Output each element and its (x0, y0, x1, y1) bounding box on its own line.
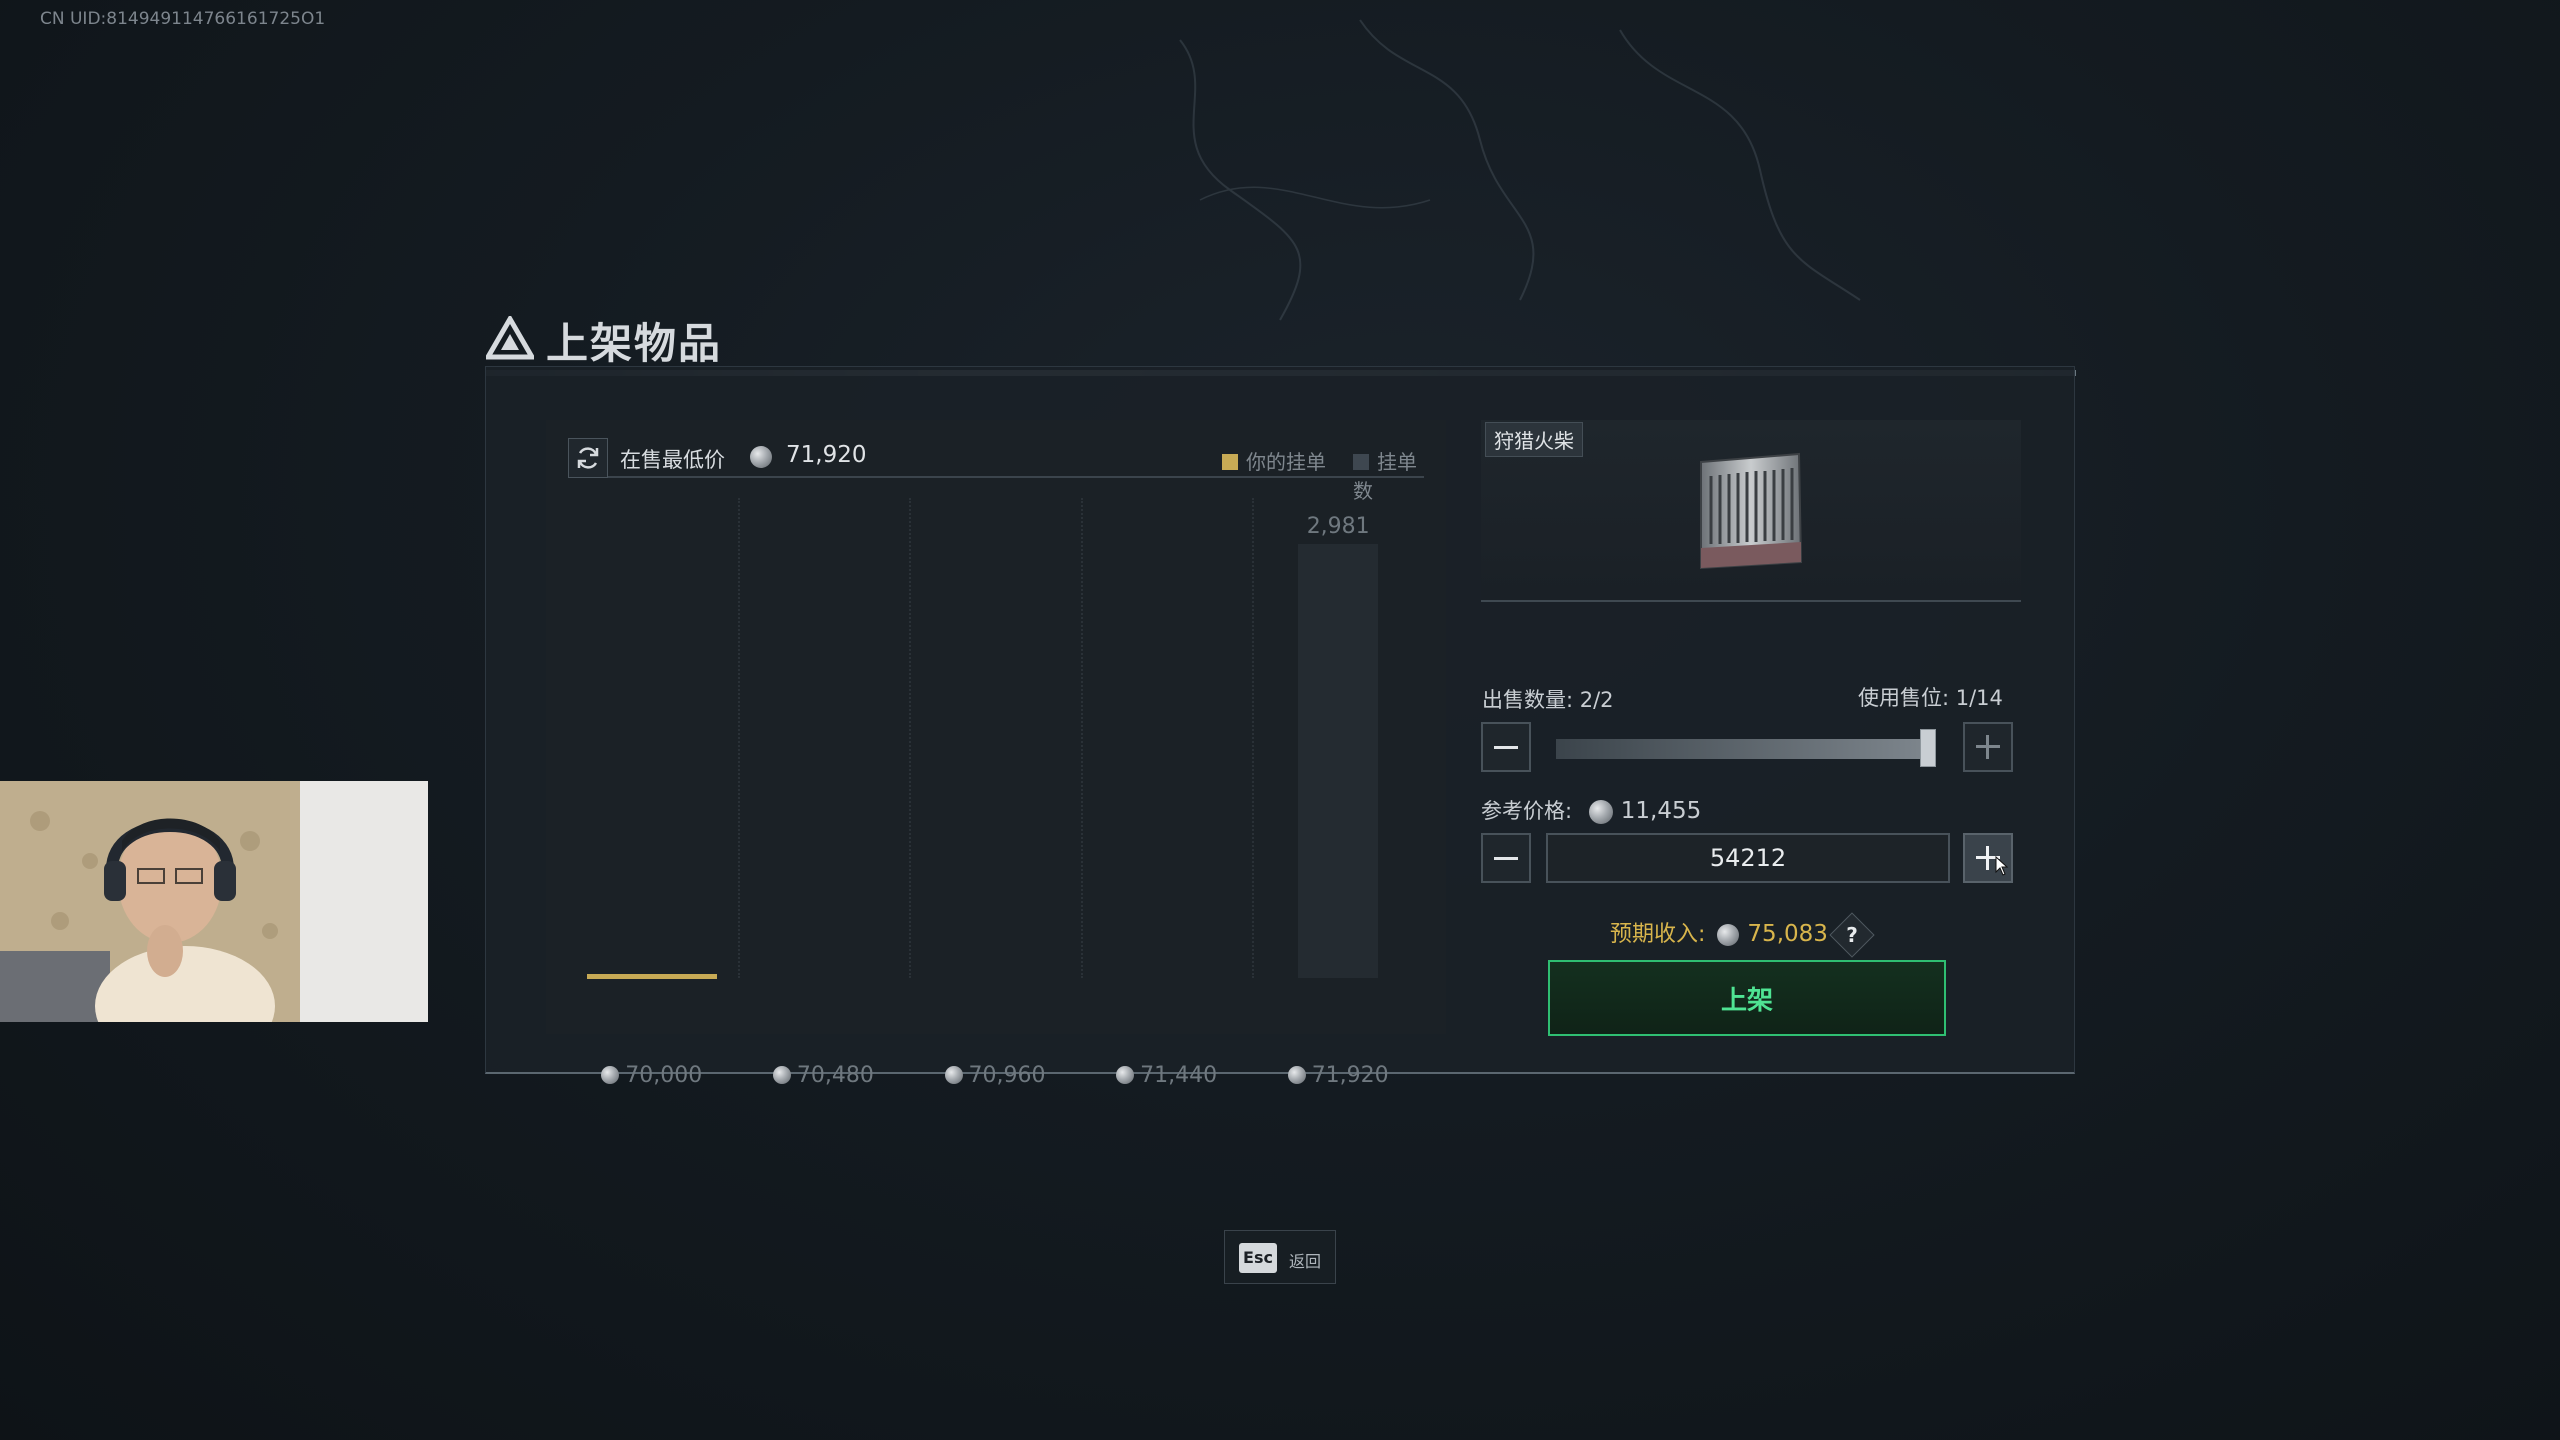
chart-x-tick: 70,960 (944, 1063, 1046, 1088)
background-map (1179, 19, 1861, 321)
chart-x-tick-label: 71,920 (1311, 1063, 1389, 1088)
legend-listing-count: 挂单数 (1353, 446, 1424, 504)
chart-bar-mine (586, 973, 717, 979)
price-decrease-button[interactable] (1481, 833, 1531, 883)
lowest-price-value: 71,920 (786, 442, 867, 468)
coin-icon (1588, 800, 1613, 824)
item-preview: 狩猎火柴 (1481, 420, 2021, 602)
chart-plot-area: 70,000 70,480 70,960 71,440 2,981 71,920 (566, 498, 1424, 1088)
coin-icon (944, 1066, 963, 1084)
matchbox-item-icon (1700, 452, 1803, 570)
minus-icon (1494, 745, 1518, 749)
chart-data-label: 2,981 (1306, 514, 1370, 540)
chart-x-tick-label: 70,960 (968, 1063, 1046, 1088)
quantity-decrease-button[interactable] (1481, 722, 1531, 772)
help-icon[interactable]: ? (1829, 912, 1875, 958)
coin-icon (1717, 924, 1740, 946)
expected-income: 预期收入: 75,083? (1610, 912, 1875, 958)
chart-x-tick-label: 70,000 (625, 1063, 703, 1088)
chart-x-tick: 70,480 (772, 1063, 874, 1088)
quantity-slider[interactable] (1556, 739, 1936, 759)
chart-gridline (1080, 498, 1083, 978)
chart-x-tick: 70,000 (601, 1063, 702, 1088)
uid-label: CN UID:814949114766161725O1 (40, 9, 326, 29)
expected-income-label: 预期收入: (1610, 922, 1706, 947)
price-input[interactable]: 54212 (1546, 833, 1950, 883)
price-distribution-chart: 在售最低价 71,920 你的挂单 挂单数 70,000 70,480 70,960… (546, 420, 1446, 1088)
coin-icon (750, 446, 772, 468)
help-mark: ? (1846, 923, 1858, 947)
sell-quantity-label: 出售数量: 2/2 (1482, 688, 1614, 712)
list-item-button[interactable]: 上架 (1548, 960, 1946, 1036)
coin-icon (601, 1066, 620, 1084)
chart-gridline (1252, 498, 1255, 978)
refresh-icon (577, 447, 599, 469)
chart-bar-count (1298, 544, 1379, 978)
mouse-cursor-icon (1995, 856, 2009, 876)
webcam-overlay (0, 781, 428, 1022)
plus-icon (1976, 735, 2000, 759)
legend-swatch-count (1353, 454, 1369, 470)
triangle-logo-icon (486, 316, 534, 360)
chart-gridline (737, 498, 740, 978)
back-label: 返回 (1289, 1252, 1322, 1271)
webcam-image (0, 781, 428, 1022)
chart-x-tick-label: 70,480 (796, 1063, 874, 1088)
reference-price-caption: 参考价格: (1481, 799, 1573, 823)
coin-icon (1116, 1066, 1135, 1084)
lowest-price-label: 在售最低价 (620, 448, 725, 472)
chart-x-tick: 71,920 (1287, 1063, 1389, 1088)
back-button[interactable]: Esc 返回 (1224, 1230, 1336, 1284)
coin-icon (1287, 1066, 1306, 1084)
reference-price-value: 11,455 (1620, 798, 1702, 824)
quantity-increase-button[interactable] (1963, 722, 2013, 772)
esc-key-icon: Esc (1239, 1243, 1277, 1273)
reference-price-label: 参考价格: 11,455 (1481, 795, 1701, 825)
quantity-slider-handle[interactable] (1920, 729, 1936, 767)
chart-x-tick: 71,440 (1116, 1063, 1217, 1088)
dialog-title: 上架物品 (546, 319, 723, 368)
legend-swatch-mine (1222, 454, 1238, 470)
coin-icon (772, 1066, 791, 1084)
item-name: 狩猎火柴 (1485, 422, 1583, 457)
chart-header: 在售最低价 71,920 你的挂单 挂单数 (568, 434, 1424, 503)
sell-slots-label: 使用售位: 1/14 (1858, 686, 2003, 710)
minus-icon (1494, 856, 1518, 860)
chart-x-tick-label: 71,440 (1140, 1063, 1218, 1088)
expected-income-value: 75,083 (1747, 921, 1828, 947)
refresh-button[interactable] (568, 438, 608, 478)
chart-gridline (909, 498, 912, 978)
legend-my-listing: 你的挂单 (1222, 446, 1326, 475)
legend-my-listing-label: 你的挂单 (1246, 450, 1326, 474)
